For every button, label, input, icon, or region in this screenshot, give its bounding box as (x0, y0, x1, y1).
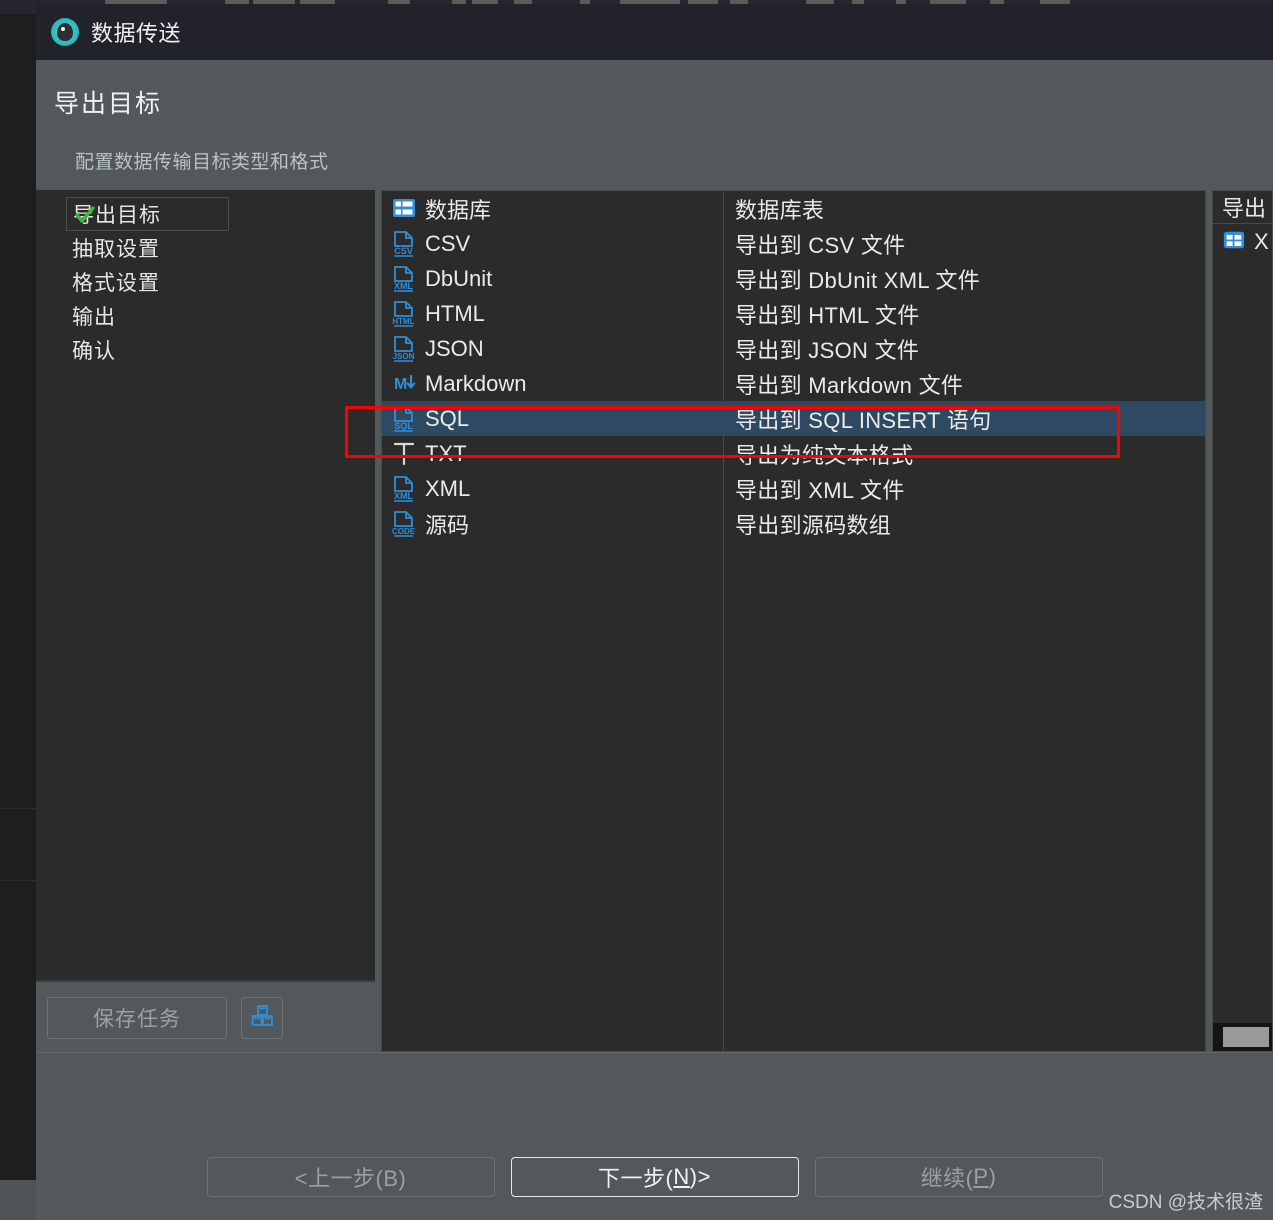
table-row[interactable]: HTML HTML 导出到 HTML 文件 (382, 296, 1205, 331)
table-row[interactable]: XML DbUnit 导出到 DbUnit XML 文件 (382, 261, 1205, 296)
sidebar-item-export-target[interactable]: 导出目标 (66, 197, 229, 231)
file-xml-icon: XML (391, 265, 417, 293)
wizard-step-list: 导出目标 抽取设置 格式设置 输出 确认 (36, 190, 375, 982)
dialog-footer: <上一步(B) 下一步(N)> 继续(P) (36, 1052, 1273, 1220)
text-t-icon (391, 440, 417, 468)
row-name: JSON (425, 335, 484, 361)
check-icon (74, 204, 96, 226)
footer-separator (36, 1052, 1273, 1053)
markdown-icon: M (391, 370, 417, 398)
row-description: 导出为纯文本格式 (735, 442, 914, 468)
row-description: 导出到 SQL INSERT 语句 (735, 407, 992, 433)
table-row[interactable]: CODE 源码 导出到源码数组 (382, 506, 1205, 541)
dialog-header: 导出目标 配置数据传输目标类型和格式 (36, 60, 1273, 190)
svg-text:HTML: HTML (392, 317, 414, 326)
row-name: XML (425, 475, 471, 501)
proceed-button-label-pre: 继续( (920, 1166, 974, 1191)
row-description: 导出到源码数组 (735, 512, 892, 538)
table-row[interactable]: 数据库 数据库表 (382, 191, 1205, 226)
sidebar-item-output[interactable]: 输出 (36, 299, 375, 333)
screen: 数据传送 导出目标 配置数据传输目标类型和格式 导出目标 抽取设置 格式设置 输… (0, 0, 1273, 1220)
svg-text:M: M (394, 376, 407, 393)
file-sql-icon: SQL (391, 405, 417, 433)
svg-text:SQL: SQL (394, 421, 413, 431)
table-row[interactable]: XML XML 导出到 XML 文件 (382, 471, 1205, 506)
row-description: 数据库表 (735, 197, 825, 223)
dialog-body: 导出目标 抽取设置 格式设置 输出 确认 保存任务 数据库 数据库表 CSV C… (36, 190, 1273, 1052)
export-settings-panel: 导出 X (1212, 190, 1273, 1052)
boxes-icon (249, 1004, 275, 1033)
row-description: 导出到 XML 文件 (735, 477, 905, 503)
row-name: TXT (425, 440, 467, 466)
sidebar-item-extract-settings[interactable]: 抽取设置 (36, 231, 375, 265)
data-transfer-dialog: 数据传送 导出目标 配置数据传输目标类型和格式 导出目标 抽取设置 格式设置 输… (36, 4, 1273, 1220)
table-row-selected[interactable]: SQL SQL 导出到 SQL INSERT 语句 (382, 401, 1205, 436)
row-name: 源码 (425, 512, 470, 538)
table-row[interactable]: JSON JSON 导出到 JSON 文件 (382, 331, 1205, 366)
row-name: 数据库 (425, 197, 492, 223)
sidebar-item-label: 确认 (72, 340, 116, 363)
proceed-button-label-post: ) (988, 1164, 997, 1189)
sidebar-item-label: 格式设置 (72, 272, 160, 295)
svg-text:CSV: CSV (394, 246, 413, 256)
dbeaver-logo-icon (51, 18, 79, 46)
file-code-icon: CODE (391, 510, 417, 538)
file-json-icon: JSON (391, 335, 417, 363)
svg-text:XML: XML (394, 491, 414, 501)
row-description: 导出到 JSON 文件 (735, 337, 920, 363)
spreadsheet-grid-icon (1222, 228, 1248, 256)
task-settings-button[interactable] (241, 997, 283, 1039)
sidebar-item-format-settings[interactable]: 格式设置 (36, 265, 375, 299)
sidebar-item-label: 输出 (72, 306, 116, 329)
wizard-buttons: <上一步(B) 下一步(N)> 继续(P) (36, 1157, 1273, 1197)
page-title: 导出目标 (54, 90, 163, 118)
right-panel-row[interactable]: X (1213, 224, 1272, 259)
proceed-button-mnemonic: P (973, 1164, 989, 1189)
right-panel-row-label: X (1254, 228, 1269, 254)
right-panel-header: 导出 (1213, 191, 1272, 224)
file-xml-icon: XML (391, 475, 417, 503)
row-name: CSV (425, 230, 471, 256)
sidebar-item-confirm[interactable]: 确认 (36, 333, 375, 367)
background-left-gutter (0, 14, 36, 1220)
proceed-button[interactable]: 继续(P) (814, 1157, 1103, 1197)
back-button[interactable]: <上一步(B) (206, 1157, 495, 1197)
sidebar-item-label: 抽取设置 (72, 238, 160, 261)
svg-text:JSON: JSON (393, 352, 415, 361)
dialog-titlebar: 数据传送 (36, 4, 1273, 60)
file-csv-icon: CSV (391, 230, 417, 258)
svg-text:XML: XML (394, 281, 414, 291)
right-panel-scroll-thumb[interactable] (1223, 1027, 1269, 1047)
row-name: SQL (425, 405, 470, 431)
page-subtitle: 配置数据传输目标类型和格式 (75, 152, 329, 173)
file-html-icon: HTML (391, 300, 417, 328)
row-description: 导出到 Markdown 文件 (735, 372, 964, 398)
next-button-label-pre: 下一步( (598, 1166, 674, 1191)
next-button-label-post: )> (689, 1164, 711, 1189)
svg-text:CODE: CODE (392, 527, 416, 536)
table-row[interactable]: CSV CSV 导出到 CSV 文件 (382, 226, 1205, 261)
right-panel-footer (1213, 1023, 1272, 1051)
watermark: CSDN @技术很渣 (1108, 1192, 1263, 1213)
export-target-list: 数据库 数据库表 CSV CSV 导出到 CSV 文件 XML DbUnit 导… (381, 190, 1206, 1052)
row-name: HTML (425, 300, 485, 326)
row-description: 导出到 CSV 文件 (735, 232, 906, 258)
row-name: Markdown (425, 370, 527, 396)
table-row[interactable]: TXT 导出为纯文本格式 (382, 436, 1205, 471)
row-description: 导出到 DbUnit XML 文件 (735, 267, 981, 293)
wizard-nav-footer: 保存任务 (36, 982, 375, 1052)
wizard-nav-panel: 导出目标 抽取设置 格式设置 输出 确认 保存任务 (36, 190, 375, 1052)
next-button[interactable]: 下一步(N)> (510, 1157, 799, 1197)
next-button-mnemonic: N (673, 1164, 690, 1189)
table-row[interactable]: M Markdown 导出到 Markdown 文件 (382, 366, 1205, 401)
save-task-button[interactable]: 保存任务 (47, 997, 227, 1039)
database-table-icon (391, 195, 417, 223)
row-name: DbUnit (425, 265, 493, 291)
row-description: 导出到 HTML 文件 (735, 302, 920, 328)
dialog-title: 数据传送 (91, 21, 182, 46)
